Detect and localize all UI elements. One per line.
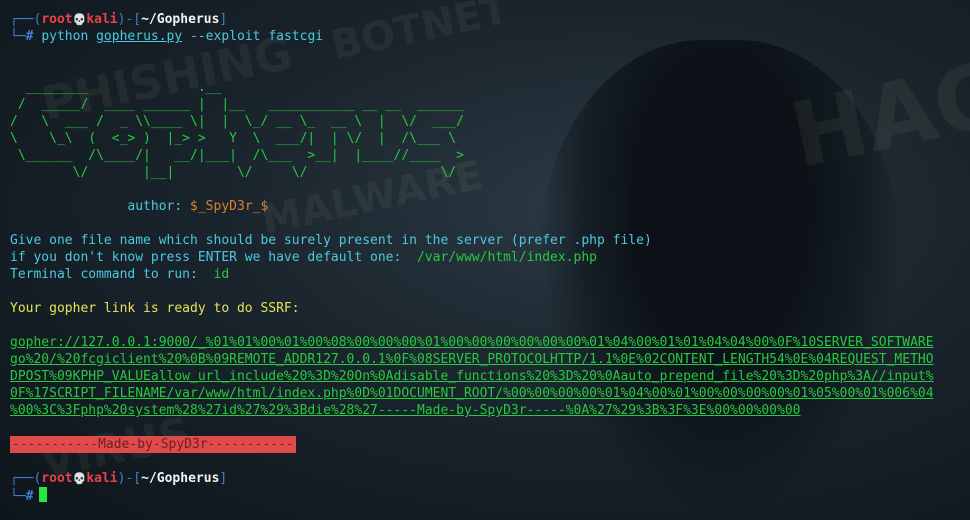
- prompt-host: kali: [86, 12, 118, 27]
- default-file-value: /var/www/html/index.php: [417, 250, 598, 265]
- skull-icon: 💀: [72, 13, 87, 26]
- ready-message: Your gopher link is ready to do SSRF:: [10, 301, 300, 316]
- text-cursor[interactable]: [39, 487, 48, 502]
- gopher-link-line[interactable]: 0F%17SCRIPT_FILENAME/var/www/html/index.…: [10, 385, 962, 402]
- prompt-user: root: [41, 471, 73, 486]
- prompt-user: root: [41, 12, 73, 27]
- gopherus-ascii-logo: ________ .__ / _____/ ____ ______ | |__ …: [10, 80, 464, 180]
- command-label: Terminal command to run:: [10, 267, 198, 282]
- gopher-link-line[interactable]: gopher://127.0.0.1:9000/_%01%01%00%01%00…: [10, 334, 962, 351]
- gopher-link-line[interactable]: go%20/%20fcgiclient%20%0B%09REMOTE_ADDR1…: [10, 351, 962, 368]
- author-line: author: $_SpyD3r_$: [10, 198, 962, 215]
- prompt-header: ┌──(root💀kali)-[~/Gopherus]: [10, 12, 228, 27]
- command-value: id: [213, 267, 230, 282]
- banner-line: -----------Made-by-SpyD3r-----------: [10, 436, 962, 453]
- gopher-link-line[interactable]: %00%3C%3Fphp%20system%28%27id%27%29%3Bdi…: [10, 402, 962, 419]
- question-file-name: Give one file name which should be surel…: [10, 233, 652, 248]
- input-line[interactable]: └─#: [10, 487, 962, 504]
- gopher-link-line[interactable]: DPOST%09KPHP_VALUEallow_url_include%20%3…: [10, 368, 962, 385]
- prompt-frame: ┌──(: [10, 12, 42, 27]
- prompt-path: ~/Gopherus: [141, 12, 220, 27]
- command-arg: fastcgi: [268, 29, 324, 44]
- command-file: gopherus.py: [96, 29, 183, 44]
- command-line: └─# python gopherus.py --exploit fastcgi: [10, 29, 324, 44]
- default-file-label: if you don't know press ENTER we have de…: [10, 250, 402, 265]
- command-name: python: [41, 29, 89, 44]
- author-label: author:: [127, 199, 183, 214]
- question-command: Terminal command to run: id: [10, 266, 962, 283]
- terminal-output[interactable]: ┌──(root💀kali)-[~/Gopherus] └─# python g…: [10, 11, 962, 504]
- prompt-host: kali: [86, 471, 118, 486]
- prompt-header-2: ┌──(root💀kali)-[~/Gopherus]: [10, 471, 228, 486]
- prompt-path: ~/Gopherus: [141, 471, 220, 486]
- prompt-hash: #: [25, 29, 34, 44]
- author-value: $_SpyD3r_$: [190, 199, 269, 214]
- question-default-file: if you don't know press ENTER we have de…: [10, 249, 962, 266]
- command-option: --exploit: [190, 29, 261, 44]
- skull-icon: 💀: [72, 472, 87, 485]
- made-by-banner: -----------Made-by-SpyD3r-----------: [10, 436, 296, 453]
- prompt-hash: #: [25, 489, 34, 504]
